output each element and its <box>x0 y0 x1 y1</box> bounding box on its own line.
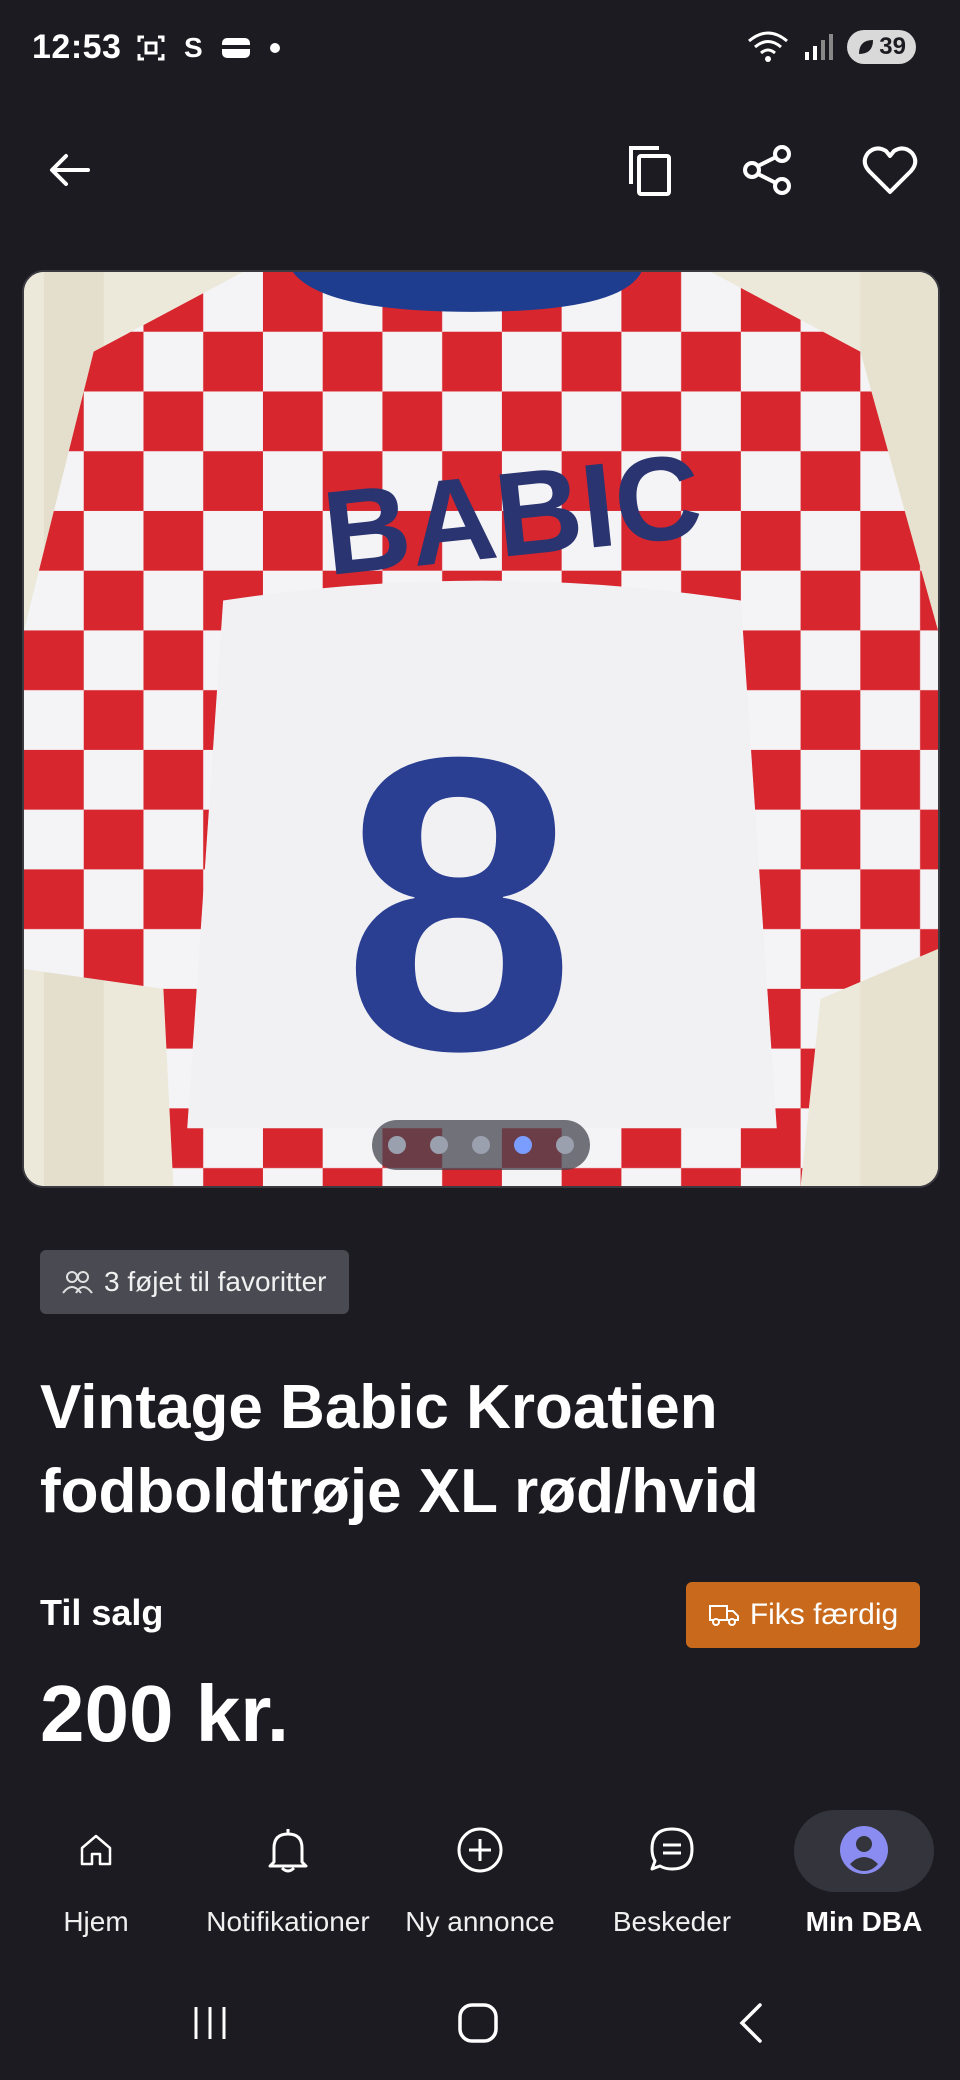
home-circle-icon <box>458 2003 498 2043</box>
top-action-bar <box>0 130 960 210</box>
signal-icon <box>805 34 834 60</box>
plus-circle-icon <box>457 1827 503 1873</box>
people-icon <box>62 1271 93 1294</box>
s-icon: S <box>184 32 203 63</box>
carousel-pagination[interactable] <box>372 1120 590 1170</box>
delivery-truck-icon <box>708 1605 739 1626</box>
favorites-count-badge: 3 føjet til favoritter <box>40 1250 349 1314</box>
recent-apps-button[interactable] <box>180 1998 240 2048</box>
system-navigation-bar <box>0 1972 960 2072</box>
bell-icon <box>268 1829 308 1873</box>
nav-item-notifikationer[interactable]: Notifikationer <box>192 1802 384 1952</box>
nav-label-hjem: Hjem <box>63 1906 129 1937</box>
fiks-faerdig-button[interactable]: Fiks færdig <box>686 1582 920 1648</box>
nav-label-ny-annonce: Ny annonce <box>405 1906 555 1937</box>
carousel-dot[interactable] <box>556 1136 574 1154</box>
avatar-icon <box>840 1826 888 1874</box>
carousel-dot[interactable] <box>430 1136 448 1154</box>
status-left-icons: S <box>136 30 281 66</box>
dot-icon <box>269 43 280 53</box>
nav-label-beskeder: Beskeder <box>612 1906 732 1937</box>
home-icon <box>80 1834 112 1866</box>
listing-title: Vintage Babic Kroatien fodboldtrøje XL r… <box>40 1373 759 1526</box>
heart-icon <box>862 146 918 194</box>
nav-item-beskeder[interactable]: Beskeder <box>576 1802 768 1952</box>
listing-status: Til salg <box>40 1592 164 1633</box>
leaf-icon <box>859 40 874 54</box>
copy-button[interactable] <box>614 134 686 206</box>
fiks-label: Fiks færdig <box>749 1598 899 1631</box>
wifi-icon <box>748 31 789 62</box>
recent-apps-icon <box>194 2007 226 2039</box>
screenshot-icon <box>137 35 165 61</box>
bottom-navigation: Hjem Notifikationer Ny annonce Beskeder <box>0 1802 960 1952</box>
back-button[interactable] <box>34 134 106 206</box>
nav-item-min-dba[interactable]: Min DBA <box>768 1802 960 1952</box>
copy-icon <box>629 146 671 196</box>
nav-label-notifikationer: Notifikationer <box>206 1906 370 1937</box>
home-system-button[interactable] <box>448 1998 508 2048</box>
image-carousel[interactable]: BABIC 8 <box>22 270 940 1188</box>
share-icon <box>743 145 791 195</box>
carousel-dot[interactable] <box>388 1136 406 1154</box>
svg-text:8: 8 <box>343 670 576 1138</box>
battery-indicator: 39 <box>847 30 916 64</box>
carousel-dot-active[interactable] <box>514 1136 532 1154</box>
favorite-button[interactable] <box>854 134 926 206</box>
battery-level: 39 <box>879 33 906 60</box>
status-bar: 12:53 S 39 <box>0 0 960 100</box>
favorites-text: 3 føjet til favoritter <box>104 1266 327 1297</box>
back-arrow-icon <box>50 154 90 186</box>
nav-item-hjem[interactable]: Hjem <box>0 1802 192 1952</box>
chevron-left-icon <box>739 2003 762 2043</box>
share-button[interactable] <box>732 134 804 206</box>
listing-price: 200 kr. <box>40 1669 290 1758</box>
nav-item-ny-annonce[interactable]: Ny annonce <box>384 1802 576 1952</box>
listing-photo: BABIC 8 <box>24 272 938 1186</box>
status-right-icons: 39 <box>747 30 916 64</box>
status-time: 12:53 <box>32 28 122 66</box>
listing-page: 12:53 S 39 BABIC 8 3 føjet til favoritte… <box>0 0 960 2080</box>
wallet-icon <box>221 38 250 58</box>
back-system-button[interactable] <box>720 1998 780 2048</box>
carousel-dot[interactable] <box>472 1136 490 1154</box>
nav-label-min-dba: Min DBA <box>805 1906 923 1937</box>
chat-icon <box>650 1827 694 1871</box>
